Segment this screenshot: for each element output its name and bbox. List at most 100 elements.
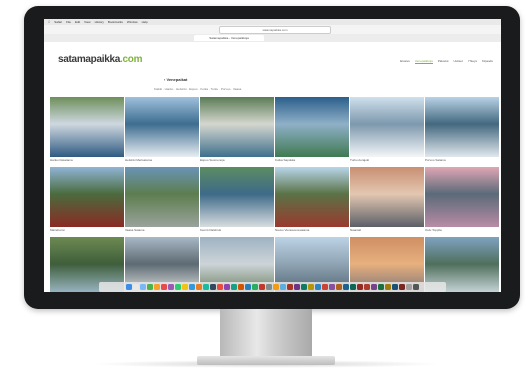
menu-item[interactable]: View <box>84 20 90 24</box>
photo-caption: Naantali <box>350 228 362 232</box>
photo-tile[interactable]: Oulu Toppila <box>425 167 499 232</box>
browser-tab[interactable]: Satamapaikka - Venepaikkoja <box>194 35 264 41</box>
sub-header: ‹ Venepaikat Kaikki · Hanko · Helsinki ·… <box>44 74 501 96</box>
harbor-photo[interactable] <box>275 167 349 227</box>
photo-tile[interactable]: Espoo Suomenoja <box>200 97 274 162</box>
dock-app-icon[interactable] <box>161 284 167 290</box>
dock-app-icon[interactable] <box>322 284 328 290</box>
photo-caption: Hanko Itäsatama <box>50 158 73 162</box>
dock-app-icon[interactable] <box>413 284 419 290</box>
harbor-photo[interactable] <box>125 97 199 157</box>
harbor-photo[interactable] <box>350 97 424 157</box>
harbor-photo[interactable] <box>200 97 274 157</box>
harbor-photo[interactable] <box>50 97 124 157</box>
dock-app-icon[interactable] <box>154 284 160 290</box>
menu-item[interactable]: File <box>66 20 71 24</box>
photo-caption: Kemiö Dalsbruk <box>200 228 222 232</box>
site-logo[interactable]: satamapaikka.com <box>58 54 142 65</box>
harbor-photo[interactable] <box>125 167 199 227</box>
photo-tile[interactable]: Helsinki Merisatama <box>125 97 199 162</box>
dock-app-icon[interactable] <box>308 284 314 290</box>
dock-app-icon[interactable] <box>301 284 307 290</box>
dock-app-icon[interactable] <box>245 284 251 290</box>
dock-app-icon[interactable] <box>168 284 174 290</box>
dock-app-icon[interactable] <box>371 284 377 290</box>
dock-app-icon[interactable] <box>273 284 279 290</box>
dock-app-icon[interactable] <box>231 284 237 290</box>
dock-app-icon[interactable] <box>189 284 195 290</box>
photo-caption: Nauvo Vierasvenesatama <box>275 228 310 232</box>
dock-app-icon[interactable] <box>280 284 286 290</box>
dock-app-icon[interactable] <box>147 284 153 290</box>
monitor-stand-base <box>197 356 335 365</box>
harbor-photo[interactable] <box>425 97 499 157</box>
photo-tile[interactable]: Nauvo Vierasvenesatama <box>275 167 349 232</box>
address-bar[interactable]: satamapaikka.com <box>219 26 331 34</box>
dock-app-icon[interactable] <box>252 284 258 290</box>
harbor-photo[interactable] <box>200 167 274 227</box>
dock-app-icon[interactable] <box>364 284 370 290</box>
dock-app-icon[interactable] <box>392 284 398 290</box>
monitor-screen:  Safari File Edit View History Bookmark… <box>44 19 501 292</box>
photo-tile[interactable]: Turku Aurajoki <box>350 97 424 162</box>
dock-app-icon[interactable] <box>175 284 181 290</box>
dock-app-icon[interactable] <box>266 284 272 290</box>
dock-app-icon[interactable] <box>329 284 335 290</box>
photo-tile[interactable]: Porvoo Satama <box>425 97 499 162</box>
dock-app-icon[interactable] <box>133 284 139 290</box>
harbor-photo[interactable] <box>425 167 499 227</box>
dock-app-icon[interactable] <box>399 284 405 290</box>
dock-app-icon[interactable] <box>315 284 321 290</box>
dock-app-icon[interactable] <box>294 284 300 290</box>
main-nav: Etusivu Venepaikkoja Palvelut Uutiset Yh… <box>400 59 493 64</box>
dock-app-icon[interactable] <box>238 284 244 290</box>
photo-tile[interactable]: Mariehamn <box>50 167 124 232</box>
harbor-photo[interactable] <box>275 97 349 157</box>
dock-app-icon[interactable] <box>203 284 209 290</box>
apple-icon[interactable]:  <box>48 20 50 24</box>
dock-app-icon[interactable] <box>287 284 293 290</box>
photo-caption: Porvoo Satama <box>425 158 446 162</box>
dock-app-icon[interactable] <box>343 284 349 290</box>
photo-tile[interactable]: Vaasa Satama <box>125 167 199 232</box>
filter-bar[interactable]: Kaikki · Hanko · Helsinki · Espoo · Kotk… <box>154 87 241 91</box>
nav-item[interactable]: Uutiset <box>453 59 462 64</box>
photo-caption: Kotka Sapokka <box>275 158 296 162</box>
menu-item[interactable]: Window <box>127 20 138 24</box>
menu-item[interactable]: History <box>95 20 104 24</box>
dock-app-icon[interactable] <box>224 284 230 290</box>
dock-app-icon[interactable] <box>406 284 412 290</box>
dock-app-icon[interactable] <box>350 284 356 290</box>
photo-tile[interactable]: Kotka Sapokka <box>275 97 349 162</box>
logo-tld: .com <box>120 54 143 65</box>
dock-app-icon[interactable] <box>210 284 216 290</box>
nav-item[interactable]: Yhteys <box>468 59 477 64</box>
nav-item[interactable]: Palvelut <box>438 59 449 64</box>
dock-app-icon[interactable] <box>336 284 342 290</box>
back-link[interactable]: ‹ Venepaikat <box>164 77 187 82</box>
nav-item[interactable]: Etusivu <box>400 59 410 64</box>
photo-tile[interactable]: Hanko Itäsatama <box>50 97 124 162</box>
menu-item[interactable]: Safari <box>54 20 62 24</box>
nav-item-active[interactable]: Venepaikkoja <box>414 59 433 64</box>
photo-tile[interactable]: Kemiö Dalsbruk <box>200 167 274 232</box>
photo-tile[interactable]: Naantali <box>350 167 424 232</box>
dock <box>99 282 446 292</box>
menu-item[interactable]: Help <box>142 20 148 24</box>
dock-app-icon[interactable] <box>357 284 363 290</box>
menu-item[interactable]: Bookmarks <box>108 20 123 24</box>
dock-app-icon[interactable] <box>385 284 391 290</box>
dock-app-icon[interactable] <box>378 284 384 290</box>
menu-item[interactable]: Edit <box>75 20 80 24</box>
dock-app-icon[interactable] <box>182 284 188 290</box>
nav-item[interactable]: Kirjaudu <box>482 59 493 64</box>
dock-app-icon[interactable] <box>140 284 146 290</box>
dock-app-icon[interactable] <box>196 284 202 290</box>
dock-app-icon[interactable] <box>217 284 223 290</box>
dock-app-icon[interactable] <box>126 284 132 290</box>
photo-caption: Vaasa Satama <box>125 228 145 232</box>
dock-app-icon[interactable] <box>259 284 265 290</box>
photo-caption: Helsinki Merisatama <box>125 158 153 162</box>
harbor-photo[interactable] <box>50 167 124 227</box>
harbor-photo[interactable] <box>350 167 424 227</box>
